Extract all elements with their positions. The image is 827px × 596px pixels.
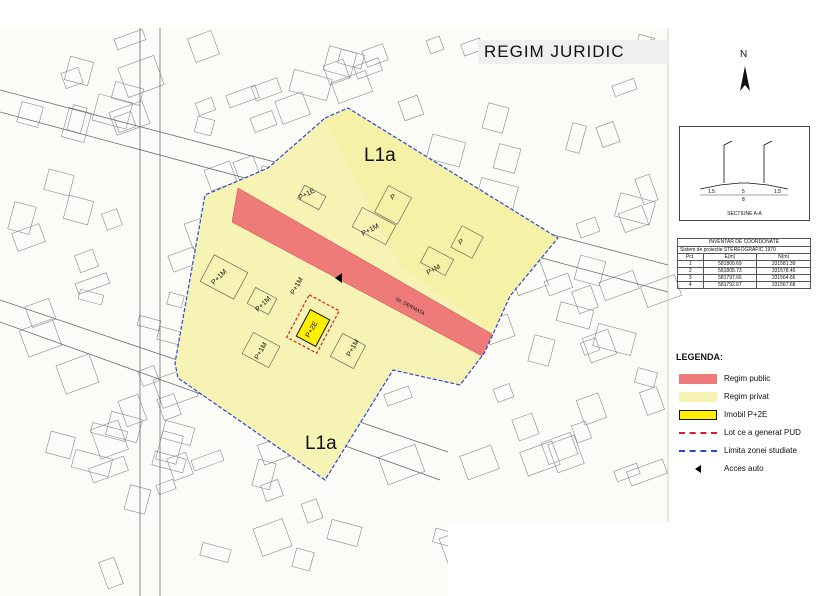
column-header: Pct. [677, 253, 704, 261]
legend-label: Regim public [724, 374, 771, 383]
section-caption: SECTIUNE A-A [727, 211, 762, 217]
column-header: N(m) [756, 253, 811, 261]
table-cell: 331567.68 [756, 281, 811, 289]
zone-label-l1a-south: L1a [305, 433, 337, 454]
road-section-drawing: 1.5 5 1.5 8 [699, 140, 789, 203]
table-row: 4 581792.67 331567.68 [677, 281, 811, 289]
table-cell: 1 [677, 260, 704, 268]
legend-swatch-building [679, 410, 717, 420]
table-cell: 331581.39 [756, 260, 811, 268]
legend: LEGENDA: Regim public Regim privat Imobi… [676, 352, 816, 482]
north-label: N [740, 49, 748, 60]
legend-swatch-lot [679, 432, 717, 434]
coordinates-inventory: INVENTAR DE COORDONATE Sistem de proiect… [677, 238, 811, 289]
section-dim: 1.5 [774, 189, 781, 195]
table-cell: 581805.73 [702, 267, 758, 275]
legend-label: Acces auto [724, 464, 764, 473]
table-cell: 581792.67 [702, 281, 758, 289]
section-dim: 1.5 [708, 189, 715, 195]
coordinates-title: INVENTAR DE COORDONATE [677, 238, 811, 246]
column-header: E(m) [702, 253, 758, 261]
legend-label: Limita zonei studiate [724, 446, 797, 455]
map-title: REGIM JURIDIC [478, 40, 668, 64]
legend-item-access: Acces auto [676, 464, 816, 482]
legend-title: LEGENDA: [676, 352, 723, 362]
legend-swatch-private [679, 392, 717, 402]
blank-area [448, 522, 827, 596]
legend-label: Lot ce a generat PUD [724, 428, 801, 437]
section-dim: 5 [742, 189, 745, 195]
table-cell: 581800.69 [702, 260, 758, 268]
legend-label: Imobil P+2E [724, 410, 768, 419]
legend-item-study-zone: Limita zonei studiate [676, 446, 816, 464]
zone-label-l1a-north: L1a [364, 145, 396, 166]
table-row: 1 581800.69 331581.39 [677, 260, 811, 268]
table-cell: 331578.45 [756, 267, 811, 275]
legend-item-building: Imobil P+2E [676, 410, 816, 428]
legend-item-private: Regim privat [676, 392, 816, 410]
road-section: 1.5 5 1.5 8 SECTIUNE A-A [679, 126, 810, 221]
table-header-row: Pct. E(m) N(m) [677, 253, 811, 261]
legend-item-lot: Lot ce a generat PUD [676, 428, 816, 446]
table-row: 2 581805.73 331578.45 [677, 267, 811, 275]
map-sheet: P+1E P+1M P+1M P+M P+1M P+1M P+2E P+1M P… [0, 0, 827, 596]
coordinates-table: Pct. E(m) N(m) 1 581800.69 331581.39 2 5818… [677, 253, 811, 289]
coordinates-subtitle: Sistem de proiectie STEREOGRAFIC 1970 [677, 246, 811, 253]
cadastral-map: P+1E P+1M P+1M P+M P+1M P+1M P+2E P+1M P… [0, 0, 827, 596]
access-arrow-icon [695, 465, 701, 473]
table-row: 3 581797.66 331564.66 [677, 274, 811, 282]
table-cell: 2 [677, 267, 704, 275]
table-cell: 4 [677, 281, 704, 289]
table-cell: 581797.66 [702, 274, 758, 282]
legend-swatch-public [679, 374, 717, 384]
legend-label: Regim privat [724, 392, 769, 401]
legend-swatch-study-zone [679, 450, 717, 452]
legend-item-public: Regim public [676, 374, 816, 392]
table-cell: 3 [677, 274, 704, 282]
section-total: 8 [742, 197, 745, 203]
table-cell: 331564.66 [756, 274, 811, 282]
